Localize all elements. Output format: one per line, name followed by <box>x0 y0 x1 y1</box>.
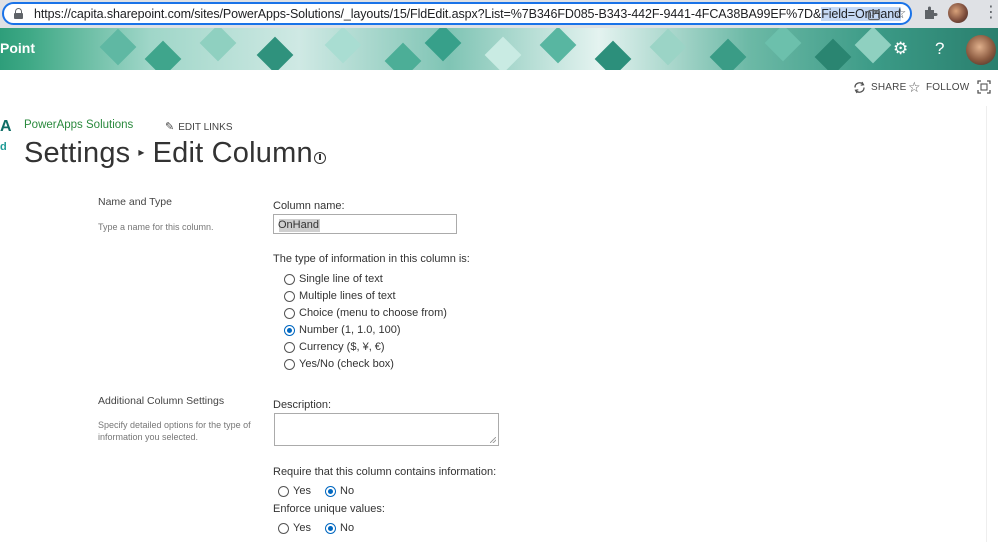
follow-button[interactable]: FOLLOW <box>926 82 969 93</box>
type-option-choice[interactable]: Choice (menu to choose from) <box>284 307 447 319</box>
browser-profile-avatar[interactable] <box>948 3 968 23</box>
radio-button-selected[interactable] <box>325 485 336 497</box>
require-label: Require that this column contains inform… <box>273 466 497 478</box>
radio-button-selected[interactable] <box>325 522 336 534</box>
url-text[interactable]: https://capita.sharepoint.com/sites/Powe… <box>34 7 901 21</box>
unique-label: Enforce unique values: <box>273 503 385 515</box>
type-option-currency[interactable]: Currency ($, ¥, €) <box>284 341 385 353</box>
suite-brand-label[interactable]: Point <box>0 40 35 56</box>
radio-button[interactable] <box>284 307 295 319</box>
column-name-label: Column name: <box>273 200 345 212</box>
url-selected-text: Field=OnHand <box>821 7 901 21</box>
suite-bar-banner <box>0 28 998 70</box>
page-scrollbar[interactable] <box>986 106 998 542</box>
type-label: The type of information in this column i… <box>273 253 470 265</box>
follow-star-icon[interactable]: ☆ <box>908 79 921 96</box>
browser-toolbar: https://capita.sharepoint.com/sites/Powe… <box>0 0 998 28</box>
require-no-option[interactable]: No <box>325 485 354 497</box>
radio-button[interactable] <box>278 485 289 497</box>
edit-links-label: EDIT LINKS <box>178 122 233 133</box>
section-title-additional: Additional Column Settings <box>98 395 225 407</box>
type-option-number[interactable]: Number (1, 1.0, 100) <box>284 324 401 336</box>
type-option-multiple-lines[interactable]: Multiple lines of text <box>284 290 396 302</box>
share-page-icon[interactable] <box>867 7 881 21</box>
share-button[interactable]: SHARE <box>871 82 906 93</box>
pencil-icon: ✎ <box>165 121 175 133</box>
help-icon[interactable]: ? <box>935 39 944 59</box>
section-desc-additional: Specify detailed options for the type of… <box>98 420 251 442</box>
radio-button[interactable] <box>284 358 295 370</box>
radio-button[interactable] <box>284 273 295 285</box>
page-info-icon[interactable] <box>314 152 326 164</box>
focus-mode-icon[interactable] <box>977 80 991 94</box>
type-option-yes-no[interactable]: Yes/No (check box) <box>284 358 394 370</box>
column-name-input[interactable] <box>274 216 456 234</box>
radio-button-selected[interactable] <box>284 324 295 336</box>
breadcrumb-settings[interactable]: Settings <box>24 137 130 169</box>
section-desc-name-type: Type a name for this column. <box>98 222 214 232</box>
page-title: Settings ▸ Edit Column <box>24 137 313 170</box>
address-bar[interactable]: https://capita.sharepoint.com/sites/Powe… <box>2 2 912 25</box>
description-textarea[interactable] <box>274 413 499 446</box>
require-yes-option[interactable]: Yes <box>278 485 311 497</box>
edit-links-button[interactable]: ✎ EDIT LINKS <box>165 120 233 133</box>
radio-button[interactable] <box>278 522 289 534</box>
lock-icon[interactable] <box>14 8 23 19</box>
settings-gear-icon[interactable]: ⚙ <box>893 39 908 59</box>
radio-button[interactable] <box>284 290 295 302</box>
banner-decoration <box>99 28 137 66</box>
site-logo[interactable]: A <box>0 118 12 136</box>
breadcrumb-current: Edit Column <box>152 137 313 169</box>
radio-button[interactable] <box>284 341 295 353</box>
site-logo-sub: d <box>0 141 7 153</box>
unique-no-option[interactable]: No <box>325 522 354 534</box>
bookmark-star-icon[interactable]: ☆ <box>893 6 906 22</box>
extensions-puzzle-icon[interactable] <box>923 5 938 20</box>
share-icon[interactable] <box>853 81 866 94</box>
description-label: Description: <box>273 399 332 411</box>
action-bar <box>0 70 998 106</box>
column-name-field[interactable] <box>273 214 457 234</box>
breadcrumb-separator-icon: ▸ <box>138 145 145 159</box>
section-title-name-type: Name and Type <box>98 196 172 208</box>
unique-yes-option[interactable]: Yes <box>278 522 311 534</box>
type-option-single-line[interactable]: Single line of text <box>284 273 383 285</box>
site-name-link[interactable]: PowerApps Solutions <box>24 119 133 131</box>
resize-grip-icon[interactable] <box>490 437 496 443</box>
user-avatar[interactable] <box>966 35 996 65</box>
browser-menu-icon[interactable]: ⋮ <box>983 4 998 22</box>
